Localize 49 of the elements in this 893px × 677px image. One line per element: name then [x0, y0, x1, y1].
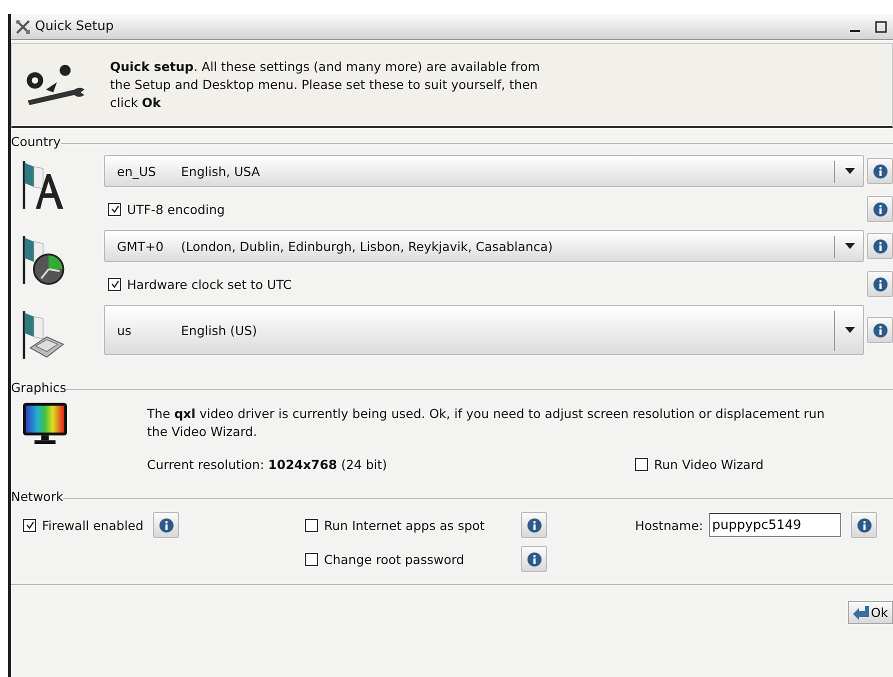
checkmark-icon: [24, 520, 34, 530]
checkbox[interactable]: Run Internet apps as spot: [305, 514, 511, 536]
info-icon: [872, 202, 888, 216]
info-button[interactable]: [867, 196, 893, 222]
info-icon: [872, 276, 888, 292]
info-button[interactable]: [521, 546, 547, 572]
checkbox[interactable]: Firewall enabled: [23, 514, 144, 536]
checkbox[interactable]: Change root password: [305, 548, 511, 570]
section-label: Network: [11, 489, 64, 504]
dropdown[interactable]: GMT+0 (London, Dublin, Edinburgh, Lisbon, Reykjavik, Casablanca): [104, 230, 864, 262]
checkbox[interactable]: Hardware clock set to UTC: [104, 273, 864, 295]
info-icon: [872, 164, 888, 178]
info-icon: [526, 518, 542, 532]
intro-text: Quick setup. All these settings (and many more) are available from the Setup and Desktop menu. Please set these to suit yourself, then click Ok: [110, 58, 541, 112]
dropdown-arrow-icon: [845, 243, 855, 249]
section-label: Country: [11, 134, 61, 149]
maximize-icon[interactable]: [875, 20, 887, 32]
flag-keyboard-icon: [21, 309, 67, 361]
tools-icon: [15, 18, 31, 34]
resolution-text: Current resolution: 1024x768 (24 bit): [147, 456, 388, 472]
info-icon: [856, 518, 872, 532]
checkbox[interactable]: Run Video Wizard: [631, 453, 764, 475]
info-button[interactable]: [867, 317, 893, 343]
checkmark-icon: [110, 279, 120, 289]
info-button[interactable]: [521, 512, 547, 538]
monitor-icon: [21, 401, 69, 445]
checkmark-icon: [110, 204, 120, 214]
info-button[interactable]: [867, 271, 893, 297]
info-button[interactable]: [867, 233, 893, 259]
return-arrow-icon: [852, 606, 869, 620]
dropdown[interactable]: en_US English, USA: [104, 155, 864, 187]
dropdown-arrow-icon: [845, 327, 855, 333]
hostname-label: Hostname:: [635, 518, 704, 532]
dropdown[interactable]: us English (US): [104, 305, 864, 355]
info-button[interactable]: [153, 512, 180, 538]
section-label: Graphics: [11, 380, 66, 395]
dropdown-arrow-icon: [845, 168, 855, 174]
driver-description: The qxl video driver is currently being used. Ok, if you need to adjust screen resolution or displacement run the Video Wizard.: [147, 405, 826, 441]
flag-clock-icon: [21, 234, 67, 286]
info-button[interactable]: [867, 158, 893, 184]
window-title: Quick Setup: [35, 19, 114, 34]
hostname-field[interactable]: puppypc5149: [709, 513, 842, 537]
checkbox[interactable]: UTF-8 encoding: [104, 198, 864, 220]
info-button[interactable]: [851, 512, 878, 538]
info-icon: [872, 238, 888, 254]
info-icon: [872, 322, 888, 338]
ok-button[interactable]: Ok: [848, 601, 893, 624]
info-icon: [526, 552, 542, 566]
info-icon: [158, 518, 174, 532]
